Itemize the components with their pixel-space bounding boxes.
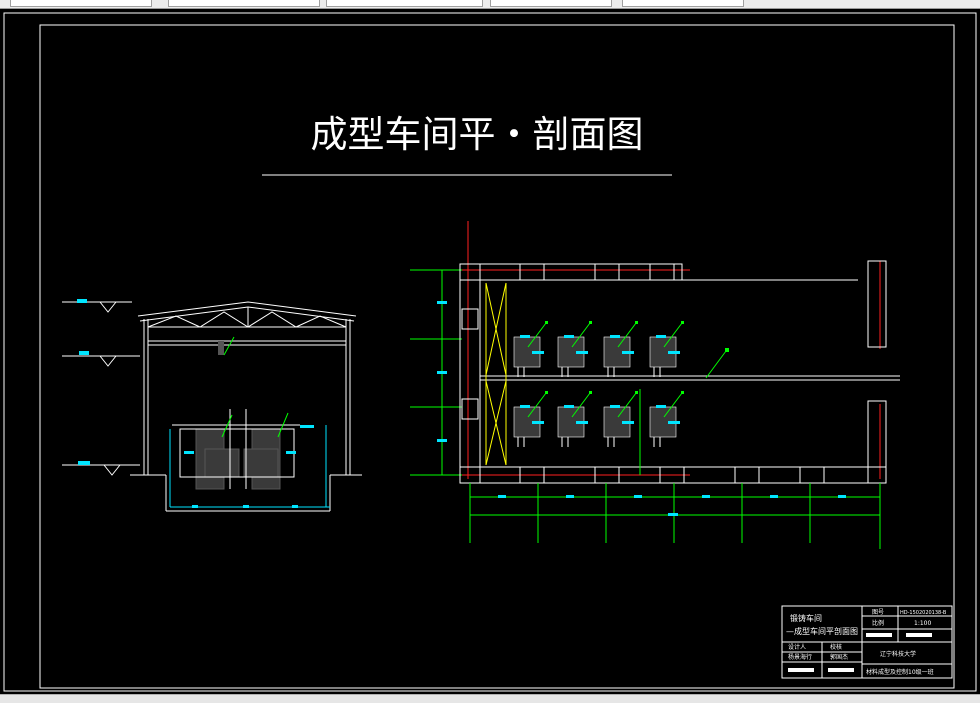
- crane-rail: [485, 282, 507, 466]
- tb-bar: [906, 633, 932, 637]
- linetype-dropdown[interactable]: [326, 0, 483, 7]
- machine-unit: [513, 391, 548, 447]
- machine-group: [513, 321, 684, 447]
- lineweight-dropdown[interactable]: [490, 0, 612, 7]
- tb-scale: 1:100: [914, 620, 931, 627]
- color-dropdown[interactable]: [168, 0, 320, 7]
- cad-toolbar: [0, 0, 980, 9]
- plan-view: [410, 221, 900, 549]
- drawing-sheet: 成型车间平・剖面图 锻铸车间 —成型车间平剖面图 图号 HD-150202013…: [3, 12, 977, 692]
- tb-label-reviewer: 校核: [830, 643, 842, 651]
- elevation-markers: [62, 301, 140, 476]
- machine-unit: [649, 321, 684, 377]
- tb-school: 辽宁科技大学: [880, 650, 916, 658]
- tb-bar: [828, 668, 854, 672]
- title-block: 锻铸车间 —成型车间平剖面图 图号 HD-1502020138-B 比例 1:1…: [781, 605, 953, 679]
- elevation-labels: [77, 299, 90, 465]
- tb-drawing-no: HD-1502020138-B: [900, 610, 947, 616]
- section-equipment: [195, 428, 281, 490]
- plan-left-dimensions: [410, 269, 462, 476]
- plan-leader-tick: [725, 348, 729, 352]
- drawing-canvas[interactable]: 成型车间平・剖面图 锻铸车间 —成型车间平剖面图 图号 HD-150202013…: [0, 9, 980, 694]
- tb-designer-name: 杨景海行: [788, 653, 812, 661]
- plotstyle-dropdown[interactable]: [622, 0, 744, 7]
- crane-hook: [218, 341, 224, 355]
- machine-unit: [513, 321, 548, 377]
- layer-dropdown[interactable]: [10, 0, 152, 7]
- plan-walls: [459, 260, 900, 484]
- machine-unit: [603, 391, 638, 447]
- leader-line: [223, 336, 235, 356]
- machine-unit: [603, 321, 638, 377]
- plan-columns: [461, 263, 825, 484]
- tb-reviewer-name: 郭国杰: [830, 653, 848, 661]
- plan-bottom-labels: [498, 495, 846, 516]
- tb-name-line1: 锻铸车间: [790, 613, 822, 623]
- tb-name-line2: —成型车间平剖面图: [786, 626, 858, 636]
- tb-label-designer: 设计人: [788, 643, 806, 651]
- machine-unit: [557, 321, 592, 377]
- tb-label-drawing-no: 图号: [872, 609, 884, 616]
- tb-bar: [866, 633, 892, 637]
- plan-leader: [705, 350, 727, 379]
- drawing-title: 成型车间平・剖面图: [311, 113, 644, 156]
- machine-unit: [557, 391, 592, 447]
- section-view: [62, 299, 362, 512]
- tb-label-scale: 比例: [872, 619, 884, 627]
- machine-unit: [649, 391, 684, 447]
- tb-bar: [788, 668, 814, 672]
- tb-class: 材料成型及控制10级一班: [866, 668, 934, 676]
